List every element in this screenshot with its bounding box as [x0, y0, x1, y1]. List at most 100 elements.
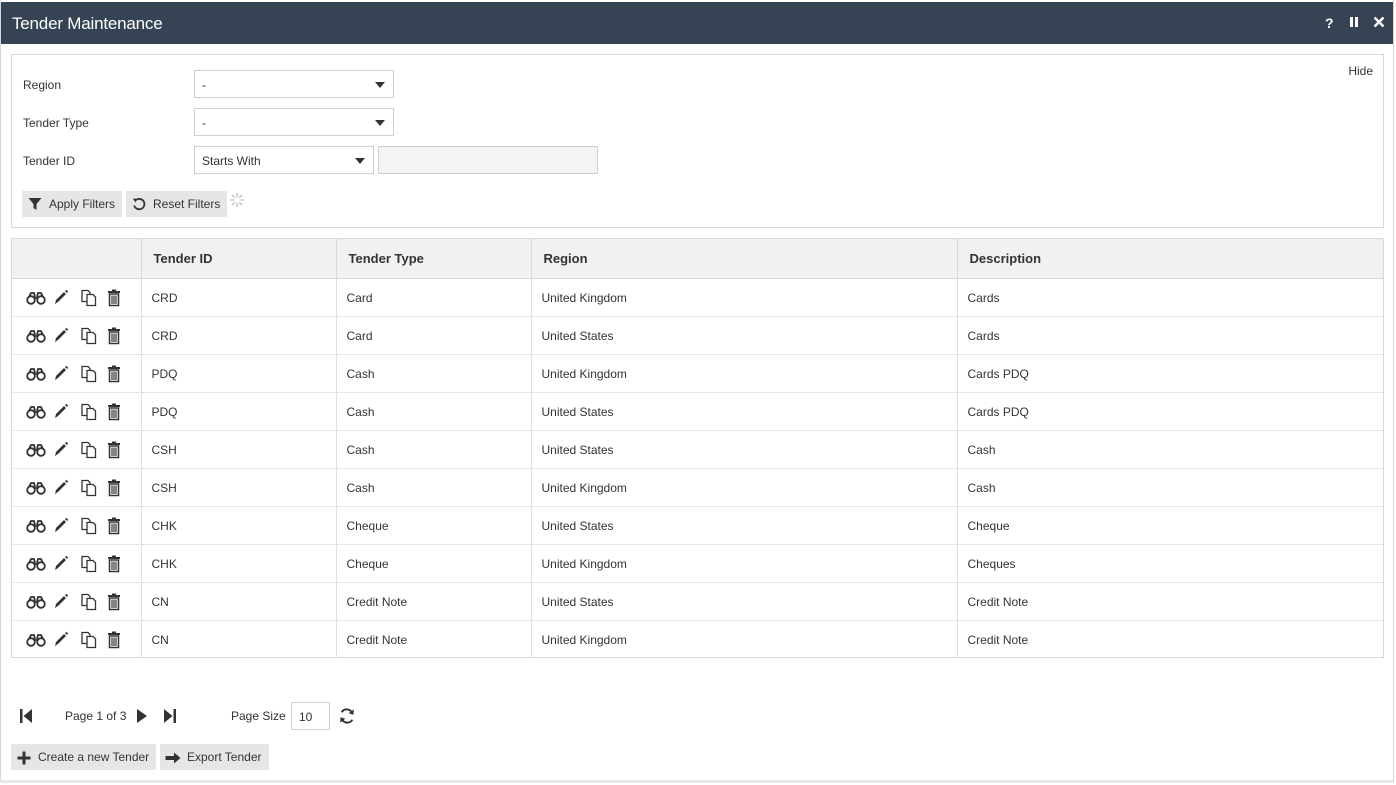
- delete-icon[interactable]: [107, 289, 125, 307]
- copy-icon[interactable]: [80, 365, 98, 383]
- help-icon[interactable]: ?: [1325, 15, 1334, 31]
- column-header-tender-type[interactable]: Tender Type: [336, 239, 532, 279]
- copy-icon[interactable]: [80, 631, 98, 649]
- view-icon[interactable]: [26, 289, 46, 307]
- view-icon[interactable]: [26, 441, 46, 459]
- delete-icon[interactable]: [107, 555, 125, 573]
- region-label: Region: [23, 78, 62, 92]
- edit-icon[interactable]: [53, 327, 71, 345]
- edit-icon[interactable]: [53, 517, 71, 535]
- copy-icon[interactable]: [80, 479, 98, 497]
- hide-filters-link[interactable]: Hide: [1348, 64, 1373, 78]
- view-icon[interactable]: [26, 555, 46, 573]
- cell-description: Cheque: [957, 506, 1383, 545]
- table-row: CRD Card United Kingdom Cards: [12, 278, 1383, 317]
- delete-icon[interactable]: [107, 593, 125, 611]
- cell-region: United States: [531, 582, 958, 621]
- edit-icon[interactable]: [53, 289, 71, 307]
- close-icon[interactable]: [1373, 15, 1385, 31]
- tender-id-input[interactable]: [378, 146, 598, 174]
- tender-type-select[interactable]: -: [194, 108, 394, 136]
- reset-filters-label: Reset Filters: [153, 197, 221, 211]
- pause-icon[interactable]: [1349, 15, 1359, 31]
- cell-tender-type: Cash: [336, 430, 532, 469]
- copy-icon[interactable]: [80, 327, 98, 345]
- tender-grid: Tender ID Tender Type Region Description: [11, 238, 1384, 658]
- table-row: PDQ Cash United Kingdom Cards PDQ: [12, 354, 1383, 393]
- chevron-down-icon: [355, 158, 365, 164]
- cell-description: Cash: [957, 430, 1383, 469]
- view-icon[interactable]: [26, 479, 46, 497]
- tender-type-label: Tender Type: [23, 116, 89, 130]
- cell-region: United States: [531, 392, 958, 431]
- last-page-icon[interactable]: [163, 708, 177, 727]
- region-select[interactable]: -: [194, 70, 394, 98]
- cell-tender-id: CN: [141, 620, 337, 658]
- cell-description: Cards PDQ: [957, 354, 1383, 393]
- cell-description: Cards PDQ: [957, 392, 1383, 431]
- page-indicator: Page 1 of 3: [65, 709, 127, 723]
- delete-icon[interactable]: [107, 479, 125, 497]
- delete-icon[interactable]: [107, 631, 125, 649]
- table-row: CHK Cheque United Kingdom Cheques: [12, 544, 1383, 583]
- reset-icon: [132, 198, 146, 211]
- cell-tender-id: CN: [141, 582, 337, 621]
- region-select-value: -: [202, 78, 206, 92]
- row-actions-cell: [12, 316, 142, 355]
- create-tender-button[interactable]: Create a new Tender: [11, 744, 156, 770]
- edit-icon[interactable]: [53, 403, 71, 421]
- edit-icon[interactable]: [53, 479, 71, 497]
- view-icon[interactable]: [26, 593, 46, 611]
- page-size-input[interactable]: 10: [291, 702, 330, 730]
- delete-icon[interactable]: [107, 441, 125, 459]
- loading-spinner-icon: [229, 192, 245, 208]
- copy-icon[interactable]: [80, 593, 98, 611]
- cell-tender-type: Card: [336, 278, 532, 317]
- next-page-icon[interactable]: [136, 708, 148, 727]
- cell-region: United Kingdom: [531, 354, 958, 393]
- edit-icon[interactable]: [53, 593, 71, 611]
- cell-description: Cards: [957, 316, 1383, 355]
- view-icon[interactable]: [26, 327, 46, 345]
- reset-filters-button[interactable]: Reset Filters: [126, 191, 227, 217]
- copy-icon[interactable]: [80, 441, 98, 459]
- copy-icon[interactable]: [80, 403, 98, 421]
- delete-icon[interactable]: [107, 517, 125, 535]
- cell-tender-type: Credit Note: [336, 620, 532, 658]
- cell-region: United Kingdom: [531, 620, 958, 658]
- view-icon[interactable]: [26, 365, 46, 383]
- table-row: CRD Card United States Cards: [12, 316, 1383, 355]
- copy-icon[interactable]: [80, 517, 98, 535]
- edit-icon[interactable]: [53, 441, 71, 459]
- cell-tender-type: Cash: [336, 468, 532, 507]
- view-icon[interactable]: [26, 631, 46, 649]
- tender-table: Tender ID Tender Type Region Description: [12, 239, 1383, 658]
- edit-icon[interactable]: [53, 555, 71, 573]
- view-icon[interactable]: [26, 403, 46, 421]
- cell-region: United States: [531, 506, 958, 545]
- copy-icon[interactable]: [80, 289, 98, 307]
- delete-icon[interactable]: [107, 403, 125, 421]
- column-header-region[interactable]: Region: [531, 239, 958, 279]
- cell-region: United States: [531, 430, 958, 469]
- cell-description: Cheques: [957, 544, 1383, 583]
- refresh-icon[interactable]: [339, 707, 355, 728]
- tender-id-operator-select[interactable]: Starts With: [194, 146, 374, 174]
- view-icon[interactable]: [26, 517, 46, 535]
- table-header-row: Tender ID Tender Type Region Description: [12, 239, 1383, 279]
- export-tender-button[interactable]: Export Tender: [160, 744, 269, 770]
- cell-tender-id: CRD: [141, 316, 337, 355]
- apply-filters-button[interactable]: Apply Filters: [22, 191, 122, 217]
- edit-icon[interactable]: [53, 365, 71, 383]
- column-header-tender-id[interactable]: Tender ID: [141, 239, 337, 279]
- table-row: CHK Cheque United States Cheque: [12, 506, 1383, 545]
- edit-icon[interactable]: [53, 631, 71, 649]
- delete-icon[interactable]: [107, 365, 125, 383]
- column-header-description[interactable]: Description: [957, 239, 1383, 279]
- cell-region: United Kingdom: [531, 468, 958, 507]
- copy-icon[interactable]: [80, 555, 98, 573]
- first-page-icon[interactable]: [19, 708, 33, 727]
- create-tender-label: Create a new Tender: [38, 750, 150, 764]
- delete-icon[interactable]: [107, 327, 125, 345]
- apply-filters-label: Apply Filters: [49, 197, 116, 211]
